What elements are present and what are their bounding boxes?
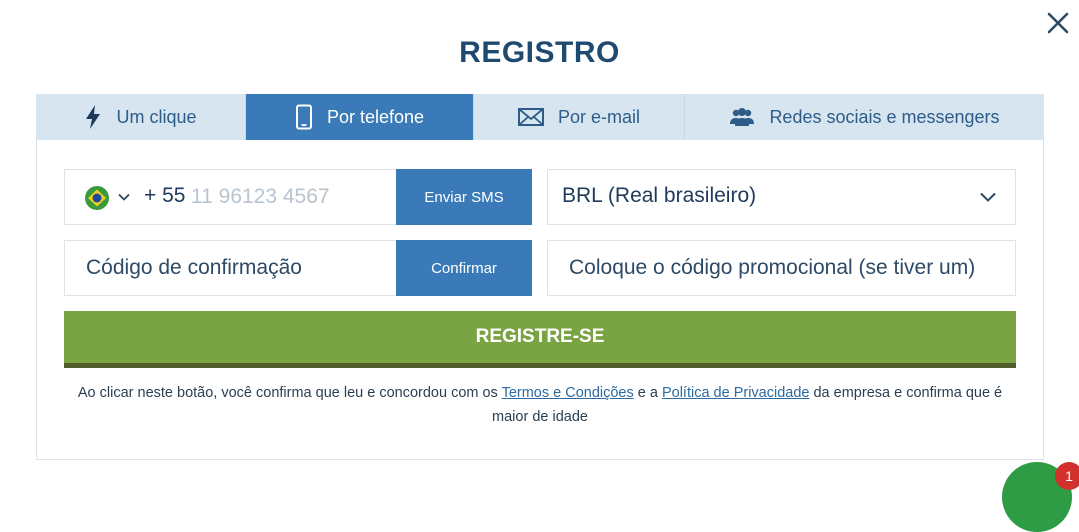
privacy-link[interactable]: Política de Privacidade bbox=[662, 385, 810, 401]
users-icon bbox=[729, 107, 755, 127]
tab-email[interactable]: Por e-mail bbox=[474, 94, 685, 140]
tab-label: Redes sociais e messengers bbox=[769, 106, 1000, 127]
legal-notice: Ao clicar neste botão, você confirma que… bbox=[64, 381, 1016, 429]
confirmation-code-input[interactable] bbox=[86, 251, 386, 285]
tab-label: Um clique bbox=[116, 106, 197, 127]
brazil-flag-icon[interactable] bbox=[85, 186, 109, 210]
currency-value: BRL (Real brasileiro) bbox=[562, 184, 757, 207]
tab-label: Por e-mail bbox=[557, 106, 641, 127]
registration-tabs: Um clique Por telefone Por e-mail Redes … bbox=[36, 94, 1044, 140]
promo-code-input[interactable] bbox=[569, 251, 1009, 285]
tab-social[interactable]: Redes sociais e messengers bbox=[685, 94, 1044, 140]
currency-select[interactable]: BRL (Real brasileiro) bbox=[547, 169, 1016, 225]
terms-link[interactable]: Termos e Condições bbox=[502, 385, 634, 401]
confirm-button[interactable]: Confirmar bbox=[396, 240, 532, 296]
country-code: + 55 bbox=[144, 184, 186, 207]
chevron-down-icon bbox=[979, 190, 997, 204]
tab-one-click[interactable]: Um clique bbox=[36, 94, 246, 140]
send-sms-button[interactable]: Enviar SMS bbox=[396, 169, 532, 225]
tab-phone[interactable]: Por telefone bbox=[246, 94, 474, 140]
phone-input[interactable] bbox=[191, 180, 391, 214]
envelope-icon bbox=[517, 107, 544, 127]
close-icon[interactable] bbox=[1044, 9, 1072, 37]
legal-text: Ao clicar neste botão, você confirma que… bbox=[77, 385, 502, 401]
promo-code-field bbox=[547, 240, 1016, 296]
page-title: REGISTRO bbox=[459, 36, 620, 69]
register-button[interactable]: REGISTRE-SE bbox=[64, 311, 1016, 368]
tab-label: Por telefone bbox=[326, 106, 425, 127]
notification-badge: 1 bbox=[1055, 462, 1079, 490]
legal-text: e a bbox=[633, 385, 662, 401]
lightning-icon bbox=[84, 104, 102, 130]
phone-icon bbox=[295, 104, 313, 130]
chevron-down-icon[interactable] bbox=[117, 190, 131, 204]
